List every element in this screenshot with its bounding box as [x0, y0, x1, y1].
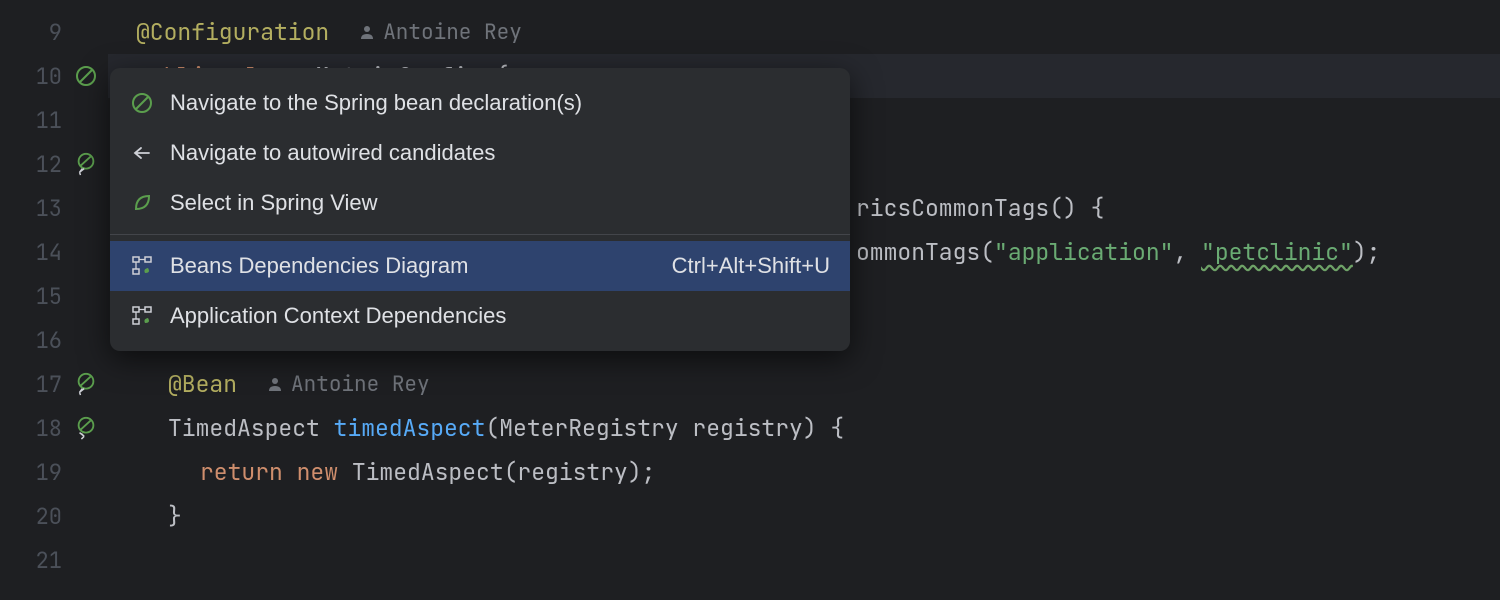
line-number: 21 [36, 546, 62, 575]
annotation: @Configuration [136, 17, 329, 47]
spring-autowired-icon[interactable] [74, 372, 98, 396]
code-line[interactable] [136, 538, 1500, 582]
line-number: 12 [36, 150, 62, 179]
line-number: 11 [36, 106, 62, 135]
gutter-row: 15 [0, 274, 108, 318]
popup-divider [110, 234, 850, 235]
gutter-row[interactable]: 12 [0, 142, 108, 186]
line-number: 16 [36, 326, 62, 355]
author-hint[interactable]: Antoine Rey [383, 19, 522, 46]
popup-item-beans-diagram[interactable]: Beans Dependencies Diagram Ctrl+Alt+Shif… [110, 241, 850, 291]
line-number: 19 [36, 458, 62, 487]
popup-item-navigate-autowired[interactable]: Navigate to autowired candidates [110, 128, 850, 178]
popup-item-shortcut: Ctrl+Alt+Shift+U [672, 253, 830, 279]
gutter-row[interactable]: 10 [0, 54, 108, 98]
popup-item-label: Select in Spring View [170, 190, 830, 216]
popup-item-label: Navigate to the Spring bean declaration(… [170, 90, 830, 116]
code-line[interactable]: } [136, 494, 1500, 538]
diagram-icon [130, 254, 154, 278]
line-number: 9 [49, 18, 62, 47]
author-icon [359, 23, 377, 41]
author-hint[interactable]: Antoine Rey [291, 371, 430, 398]
popup-item-label: Navigate to autowired candidates [170, 140, 830, 166]
popup-item-label: Application Context Dependencies [170, 303, 830, 329]
popup-item-app-context-deps[interactable]: Application Context Dependencies [110, 291, 850, 341]
spring-bean-icon [130, 91, 154, 115]
line-number: 10 [36, 62, 62, 91]
popup-item-select-spring-view[interactable]: Select in Spring View [110, 178, 850, 228]
line-number: 17 [36, 370, 62, 399]
spring-leaf-icon [130, 191, 154, 215]
author-icon [267, 375, 285, 393]
code-line[interactable]: @Configuration Antoine Rey [136, 10, 1500, 54]
line-number: 14 [36, 238, 62, 267]
code-line[interactable]: @Bean Antoine Rey [136, 362, 1500, 406]
popup-item-navigate-bean[interactable]: Navigate to the Spring bean declaration(… [110, 78, 850, 128]
annotation: @Bean [168, 369, 237, 399]
gutter-row: 9 [0, 10, 108, 54]
arrow-back-icon [130, 141, 154, 165]
gutter: 9 10 11 12 13 14 15 [0, 0, 108, 600]
gutter-actions-popup: Navigate to the Spring bean declaration(… [110, 68, 850, 351]
diagram-icon [130, 304, 154, 328]
spring-autowired-icon[interactable] [74, 152, 98, 176]
gutter-row: 20 [0, 494, 108, 538]
code-line[interactable]: TimedAspect timedAspect (MeterRegistry r… [136, 406, 1500, 450]
gutter-row[interactable]: 17 [0, 362, 108, 406]
gutter-row[interactable]: 18 [0, 406, 108, 450]
line-number: 20 [36, 502, 62, 531]
spring-bean-icon[interactable] [74, 64, 98, 88]
line-number: 13 [36, 194, 62, 223]
gutter-row: 19 [0, 450, 108, 494]
gutter-row: 11 [0, 98, 108, 142]
spring-navigate-icon[interactable] [74, 416, 98, 440]
gutter-row: 13 [0, 186, 108, 230]
code-line[interactable]: return new TimedAspect(registry); [136, 450, 1500, 494]
line-number: 15 [36, 282, 62, 311]
popup-item-label: Beans Dependencies Diagram [170, 253, 672, 279]
gutter-row: 16 [0, 318, 108, 362]
line-number: 18 [36, 414, 62, 443]
gutter-row: 14 [0, 230, 108, 274]
gutter-row: 21 [0, 538, 108, 582]
